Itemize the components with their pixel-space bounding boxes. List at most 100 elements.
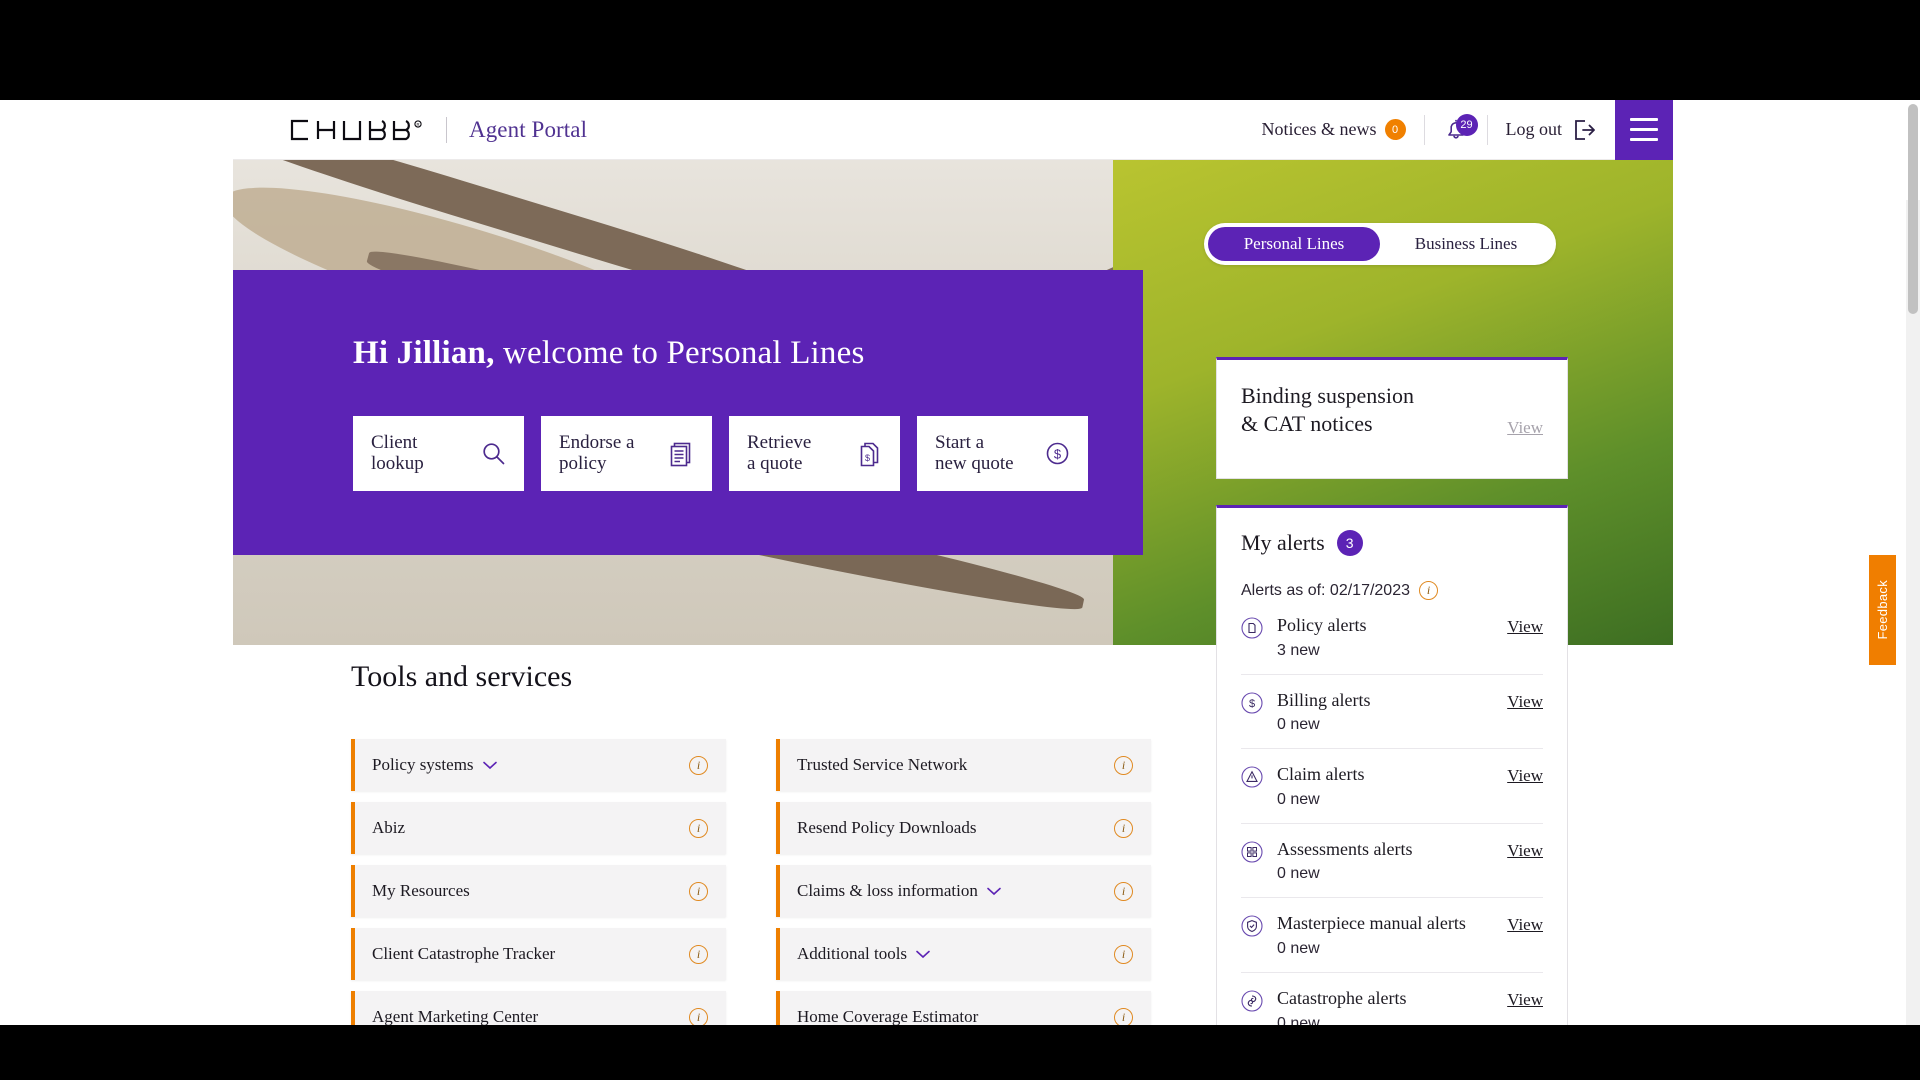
card-line-2: new quote — [935, 453, 1014, 474]
notifications-button[interactable]: 29 — [1425, 100, 1487, 160]
tool-row-policy-systems[interactable]: Policy systems i — [351, 739, 726, 791]
svg-text:$: $ — [1054, 446, 1062, 461]
info-circle: i — [1114, 818, 1133, 838]
alert-view-link[interactable]: View — [1507, 617, 1543, 637]
tool-row-home-coverage-estimator[interactable]: Home Coverage Estimator i — [776, 991, 1151, 1025]
logout-button[interactable]: Log out — [1488, 100, 1616, 160]
info-icon[interactable]: i — [1114, 881, 1133, 901]
info-icon[interactable]: i — [689, 1007, 708, 1025]
hamburger-bar — [1630, 138, 1658, 141]
alert-row-assessments[interactable]: Assessments alerts 0 new View — [1241, 824, 1543, 899]
info-icon[interactable]: i — [1114, 944, 1133, 964]
tool-label: Home Coverage Estimator — [797, 1007, 979, 1025]
info-icon[interactable]: i — [689, 881, 708, 901]
warning-triangle-icon — [1241, 766, 1263, 793]
alert-row-claim[interactable]: Claim alerts 0 new View — [1241, 749, 1543, 824]
tool-label: Claims & loss information — [797, 881, 978, 900]
info-icon[interactable]: i — [689, 818, 708, 838]
alerts-as-of: Alerts as of: 02/17/2023 i — [1241, 581, 1543, 600]
binding-suspension-card: Binding suspension & CAT notices View — [1216, 357, 1568, 479]
my-alerts-card: My alerts 3 Alerts as of: 02/17/2023 i P… — [1216, 505, 1568, 1025]
chevron-down-icon[interactable] — [987, 887, 1001, 896]
retrieve-quote-card[interactable]: Retrieve a quote $ — [729, 415, 900, 491]
screen: R Agent Portal Notices & news 0 29 Log o… — [0, 0, 1920, 1080]
alert-text: Catastrophe alerts 0 new — [1277, 988, 1507, 1025]
alert-row-policy[interactable]: Policy alerts 3 new View — [1241, 600, 1543, 675]
endorse-policy-card[interactable]: Endorse a policy — [541, 415, 712, 491]
quick-action-cards: Client lookup Endorse a policy Retrieve … — [353, 415, 1143, 491]
tool-label: Trusted Service Network — [797, 755, 968, 774]
tab-personal-lines[interactable]: Personal Lines — [1208, 227, 1380, 261]
notices-label: Notices & news — [1261, 119, 1377, 139]
binding-title-line-2: & CAT notices — [1241, 411, 1373, 437]
info-icon[interactable]: i — [1419, 581, 1438, 600]
chevron-down-icon[interactable] — [482, 761, 497, 770]
tools-column-left: Policy systems i Abiz i My Resources i C… — [351, 739, 726, 1025]
tools-and-services-section: Tools and services Policy systems i Abiz… — [351, 660, 1151, 1025]
alert-count: 0 new — [1277, 1014, 1320, 1025]
bell-icon[interactable]: 29 — [1443, 114, 1478, 143]
alert-name: Masterpiece manual alerts — [1277, 913, 1466, 934]
tools-section-title: Tools and services — [351, 660, 573, 693]
alert-view-link[interactable]: View — [1507, 766, 1543, 786]
browser-viewport: R Agent Portal Notices & news 0 29 Log o… — [0, 100, 1920, 1025]
hamburger-bar — [1630, 118, 1658, 121]
info-icon[interactable]: i — [1114, 818, 1133, 838]
svg-text:$: $ — [1249, 698, 1255, 710]
tool-row-client-catastrophe-tracker[interactable]: Client Catastrophe Tracker i — [351, 928, 726, 980]
alert-name: Policy alerts — [1277, 615, 1367, 635]
info-icon[interactable]: i — [689, 944, 708, 964]
alert-text: Claim alerts 0 new — [1277, 764, 1507, 809]
tool-row-abiz[interactable]: Abiz i — [351, 802, 726, 854]
tool-row-my-resources[interactable]: My Resources i — [351, 865, 726, 917]
card-line-1: Endorse a — [559, 431, 635, 453]
alert-view-link[interactable]: View — [1507, 841, 1543, 861]
card-line-2: policy — [559, 453, 607, 474]
info-icon[interactable]: i — [1114, 755, 1133, 775]
info-circle: i — [689, 818, 708, 838]
tool-label: Client Catastrophe Tracker — [372, 944, 556, 963]
page-scrollbar[interactable] — [1906, 200, 1920, 1025]
info-circle: i — [689, 944, 708, 964]
binding-view-link[interactable]: View — [1507, 418, 1543, 438]
tool-row-resend-policy-downloads[interactable]: Resend Policy Downloads i — [776, 802, 1151, 854]
my-alerts-header: My alerts 3 — [1241, 530, 1543, 556]
info-icon[interactable]: i — [1114, 1007, 1133, 1025]
feedback-tab[interactable]: Feedback — [1869, 555, 1896, 665]
chevron-down-icon[interactable] — [916, 950, 930, 959]
tool-row-trusted-service-network[interactable]: Trusted Service Network i — [776, 739, 1151, 791]
header-actions: Notices & news 0 29 Log out — [1244, 100, 1673, 160]
info-circle: i — [689, 755, 708, 775]
hero-welcome-panel: Hi Jillian, welcome to Personal Lines Cl… — [233, 270, 1143, 555]
tab-business-lines[interactable]: Business Lines — [1380, 227, 1552, 261]
alert-row-catastrophe[interactable]: Catastrophe alerts 0 new View — [1241, 973, 1543, 1025]
card-line-2: a quote — [747, 453, 803, 474]
chubb-logo-icon[interactable]: R — [288, 119, 424, 141]
tool-row-additional-tools[interactable]: Additional tools i — [776, 928, 1151, 980]
notices-and-news-button[interactable]: Notices & news 0 — [1244, 100, 1424, 160]
alert-view-link[interactable]: View — [1507, 990, 1543, 1010]
brand-divider — [446, 116, 447, 143]
client-lookup-card[interactable]: Client lookup — [353, 415, 524, 491]
hamburger-menu-icon[interactable] — [1615, 100, 1673, 160]
start-new-quote-card[interactable]: Start a new quote $ — [917, 415, 1088, 491]
endorse-policy-label: Endorse a policy — [559, 432, 634, 475]
tool-row-claims-loss-information[interactable]: Claims & loss information i — [776, 865, 1151, 917]
tool-row-agent-marketing-center[interactable]: Agent Marketing Center i — [351, 991, 726, 1025]
tool-label: Additional tools — [797, 944, 908, 963]
site-container: R Agent Portal Notices & news 0 29 Log o… — [233, 100, 1673, 1025]
alert-count: 0 new — [1277, 939, 1320, 957]
alert-view-link[interactable]: View — [1507, 692, 1543, 712]
brand[interactable]: R Agent Portal — [288, 116, 587, 143]
alert-view-link[interactable]: View — [1507, 915, 1543, 935]
alert-name: Catastrophe alerts — [1277, 987, 1407, 1008]
scrollbar-thumb[interactable] — [1908, 104, 1918, 314]
binding-suspension-title: Binding suspension & CAT notices — [1241, 382, 1414, 438]
notices-badge: 0 — [1384, 119, 1406, 140]
alert-row-billing[interactable]: $ Billing alerts 0 new View — [1241, 675, 1543, 750]
alert-text: Masterpiece manual alerts 0 new — [1277, 913, 1507, 958]
info-circle: i — [1114, 881, 1133, 901]
alert-row-masterpiece[interactable]: Masterpiece manual alerts 0 new View — [1241, 898, 1543, 973]
info-icon[interactable]: i — [689, 755, 708, 775]
dollar-circle-icon: $ — [1241, 692, 1263, 719]
